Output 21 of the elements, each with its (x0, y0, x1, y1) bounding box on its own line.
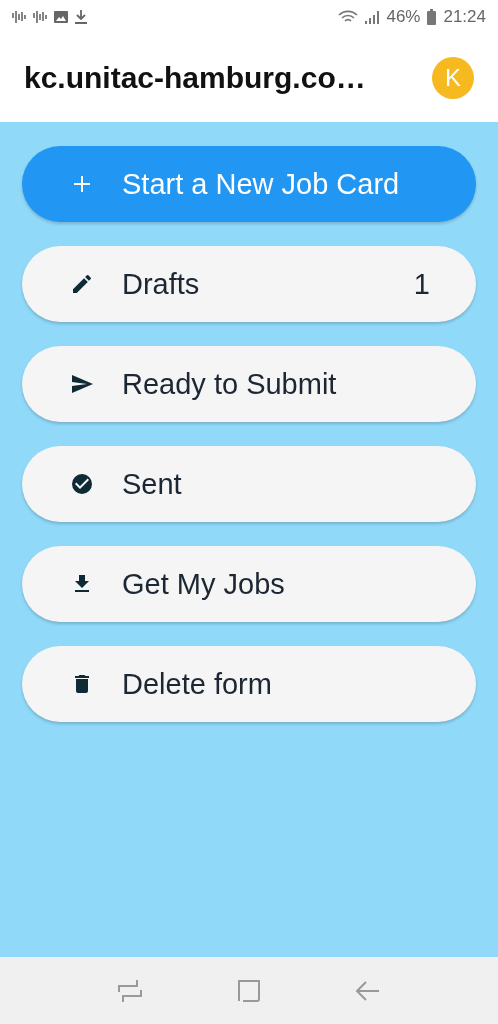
wifi-icon (338, 10, 359, 24)
clock: 21:24 (443, 7, 486, 27)
back-icon[interactable] (355, 978, 381, 1003)
pencil-icon (70, 272, 94, 296)
send-icon (70, 372, 94, 396)
page-title: kc.unitac-hamburg.co… (24, 61, 366, 95)
download-icon (75, 10, 87, 24)
menu-button[interactable]: Delete form (22, 646, 476, 722)
recent-apps-icon[interactable] (117, 978, 143, 1003)
battery-percent: 46% (386, 7, 421, 27)
count-label: 1 (413, 267, 430, 301)
signal-icon (12, 11, 26, 23)
menu-button[interactable]: Sent (22, 446, 476, 522)
home-icon[interactable] (237, 978, 261, 1003)
menu-button[interactable]: Get My Jobs (22, 546, 476, 622)
battery-icon (427, 9, 437, 25)
menu-button[interactable]: Drafts 1 (22, 246, 476, 322)
image-icon (54, 11, 68, 23)
signal-icon (33, 11, 47, 23)
cell-signal-icon (365, 10, 380, 24)
menu-button[interactable]: Ready to Submit (22, 346, 476, 422)
